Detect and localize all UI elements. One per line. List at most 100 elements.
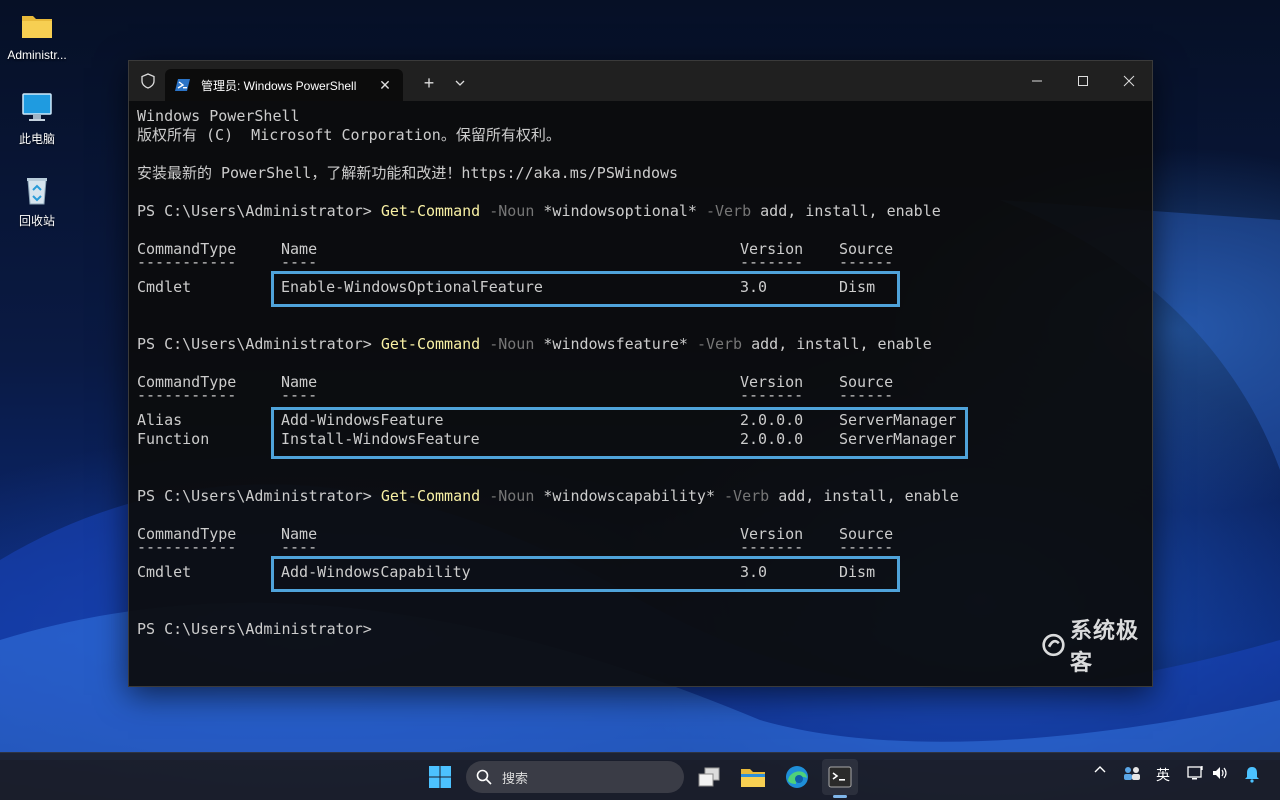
volume-icon[interactable] [1210,765,1230,781]
folder-icon [22,16,52,38]
header-source: Source [839,373,894,391]
header-name: Name [281,240,318,258]
computer-icon [22,93,52,121]
table-row: Function Install-WindowsFeature 2.0.0.0 … [137,430,1144,449]
prompt: PS C:\Users\Administrator> [137,335,381,353]
new-tab-button[interactable]: + [409,69,449,97]
cmdlet-name: Get-Command [380,202,481,220]
file-explorer-icon [741,769,765,787]
taskbar: 搜索 英 [0,752,1280,800]
desktop-icon-label: Administr... [7,48,67,62]
header-underline: ----------- ---- ------- ------ [137,392,894,404]
noun-param: -Noun [489,202,535,220]
cell-source: ServerManager [839,430,957,448]
edge-icon [786,766,808,788]
verb-param: -Verb [696,335,743,353]
watermark-text: 系统极客 [1069,619,1139,676]
header-commandtype: CommandType [137,525,237,543]
tab-close-icon[interactable]: ✕ [377,77,393,93]
tab-title: 管理员: Windows PowerShell [201,78,357,93]
command-line: PS C:\Users\Administrator> Get-Command -… [137,335,1144,354]
desktop-icon-this-pc[interactable]: 此电脑 [0,90,74,147]
prompt: PS C:\Users\Administrator> [137,202,381,220]
close-button[interactable] [1106,61,1152,101]
chevron-down-icon[interactable] [449,69,471,97]
verb-value: add, install, enable [751,335,932,353]
noun-value: *windowsoptional* [543,202,697,220]
desktop-icon-label: 此电脑 [18,132,55,146]
cmdlet-name: Get-Command [380,487,481,505]
cell-name: Enable-WindowsOptionalFeature [281,278,543,296]
header-underline: ----------- ---- ------- ------ [137,259,894,271]
watermark: 系统极客 [1041,613,1152,677]
terminal-icon [828,766,852,788]
cmdlet-name: Get-Command [380,335,481,353]
table-row: Cmdlet Enable-WindowsOptionalFeature 3.0… [137,278,1144,297]
cell-name: Add-WindowsCapability [281,563,471,581]
chevron-up-icon[interactable] [1092,765,1108,775]
minimize-icon [1032,80,1042,82]
desktop-icon-recycle-bin[interactable]: 回收站 [0,172,74,229]
cell-source: Dism [839,278,876,296]
prompt: PS C:\Users\Administrator> [137,620,381,638]
search-placeholder: 搜索 [502,770,529,786]
network-people-icon[interactable] [1122,765,1142,781]
cell-version: 2.0.0.0 [740,430,804,448]
search-icon [476,769,492,785]
search-box[interactable]: 搜索 [466,761,684,793]
tab-powershell[interactable]: 管理员: Windows PowerShell ✕ [165,69,403,101]
task-view-icon [698,767,720,787]
banner-line: 版权所有 (C) Microsoft Corporation。保留所有权利。 [137,126,561,144]
header-version: Version [740,525,804,543]
table-header: CommandType Name Version Source [137,525,1144,544]
file-explorer-button[interactable] [735,759,771,795]
table-row: Cmdlet Add-WindowsCapability 3.0 Dism [137,563,1144,582]
maximize-button[interactable] [1060,61,1106,101]
header-commandtype: CommandType [137,240,237,258]
cell-commandtype: Cmdlet [137,278,192,296]
start-button[interactable] [422,759,458,795]
ime-indicator[interactable]: 英 [1152,765,1174,785]
terminal-window: 管理员: Windows PowerShell ✕ + Windows Powe… [128,60,1153,687]
header-underline: ----------- ---- ------- ------ [137,544,894,556]
notification-bell-icon[interactable] [1242,765,1262,783]
verb-value: add, install, enable [778,487,959,505]
cell-commandtype: Function [137,430,210,448]
header-version: Version [740,373,804,391]
maximize-icon [1078,76,1088,86]
terminal-taskbar-button[interactable] [822,759,858,795]
noun-param: -Noun [489,487,535,505]
cell-commandtype: Cmdlet [137,563,192,581]
cell-version: 3.0 [740,278,768,296]
close-icon [1123,75,1135,87]
cell-version: 2.0.0.0 [740,411,804,429]
table-header: CommandType Name Version Source [137,373,1144,392]
edge-button[interactable] [779,759,815,795]
desktop-icon-label: 回收站 [18,214,55,228]
watermark-logo-icon [1042,633,1065,657]
admin-shield-icon [131,61,165,101]
verb-value: add, install, enable [760,202,941,220]
command-line: PS C:\Users\Administrator> Get-Command -… [137,487,1144,506]
command-line: PS C:\Users\Administrator> Get-Command -… [137,202,1144,221]
desktop-icon-administrator[interactable]: Administr... [0,8,74,62]
banner-line: 安装最新的 PowerShell，了解新功能和改进！https://aka.ms… [137,164,679,182]
console-output[interactable]: Windows PowerShell 版权所有 (C) Microsoft Co… [129,101,1152,639]
minimize-button[interactable] [1014,61,1060,101]
prompt: PS C:\Users\Administrator> [137,487,381,505]
table-row: Alias Add-WindowsFeature 2.0.0.0 ServerM… [137,411,1144,430]
cell-version: 3.0 [740,563,768,581]
title-bar[interactable]: 管理员: Windows PowerShell ✕ + [129,61,1152,101]
display-icon[interactable] [1186,765,1206,781]
powershell-icon [175,79,190,91]
cell-source: ServerManager [839,411,957,429]
cell-name: Add-WindowsFeature [281,411,444,429]
current-prompt[interactable]: PS C:\Users\Administrator> [137,620,1144,639]
header-name: Name [281,525,318,543]
cell-source: Dism [839,563,876,581]
active-app-indicator [833,795,847,798]
cell-commandtype: Alias [137,411,183,429]
start-icon [429,766,451,788]
task-view-button[interactable] [691,759,727,795]
header-source: Source [839,240,894,258]
